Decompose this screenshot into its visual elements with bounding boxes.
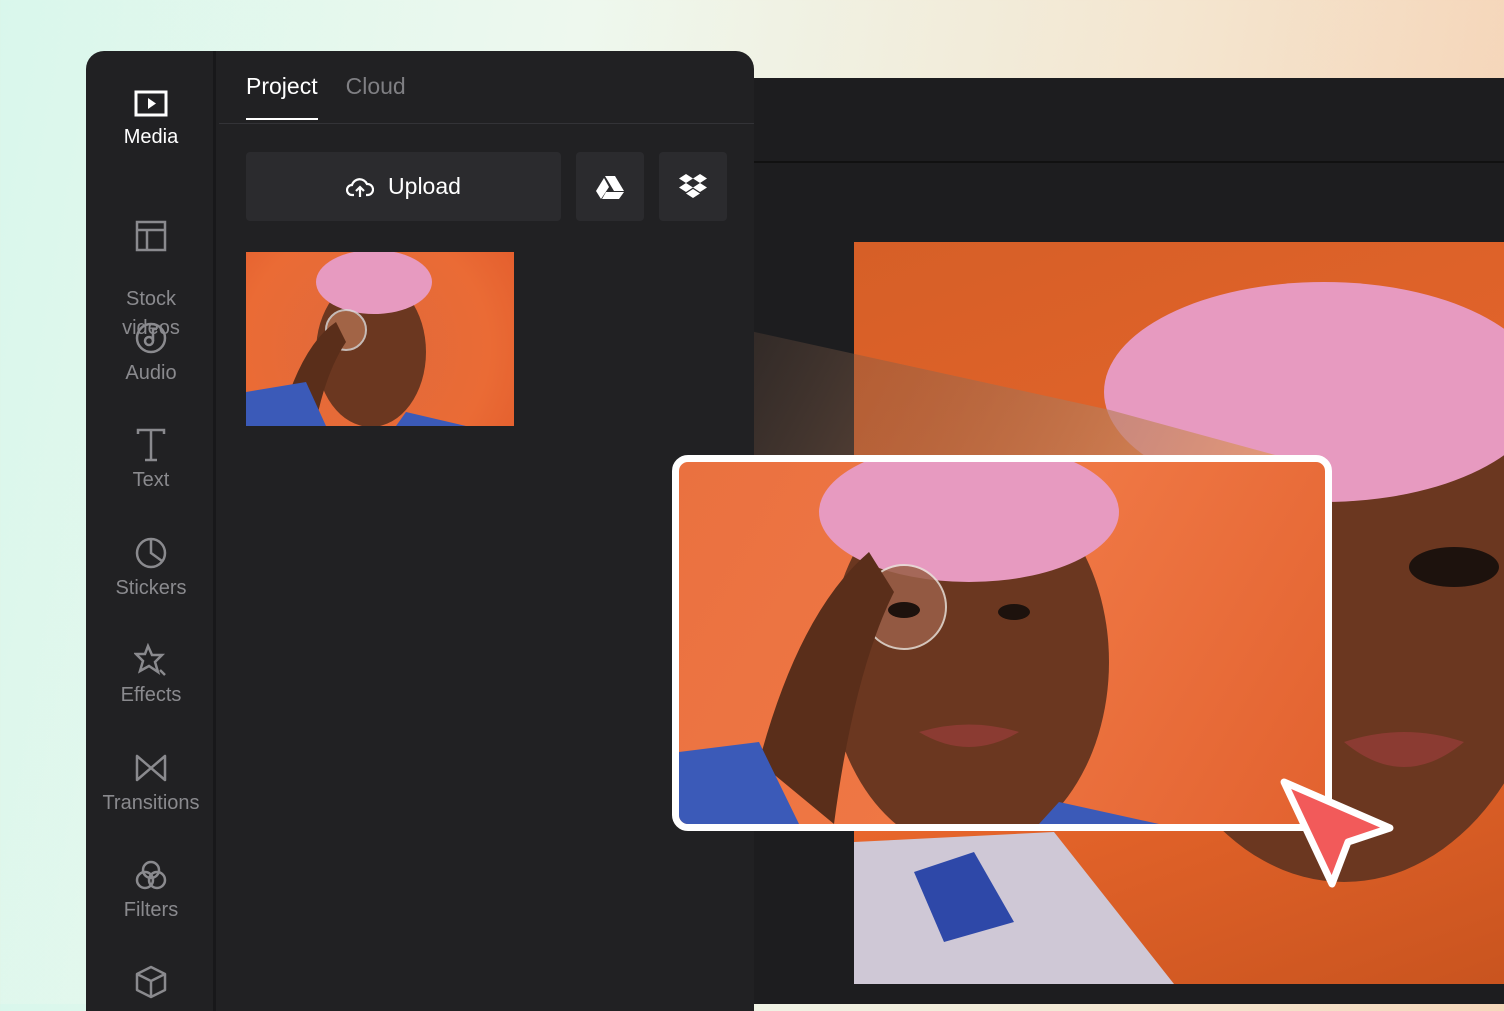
- sidebar: Media Stock videos Audio Text Stickers E…: [86, 51, 216, 1011]
- preview-divider: [754, 161, 1504, 163]
- google-drive-button[interactable]: [576, 152, 644, 221]
- sidebar-item-label: Media: [123, 126, 179, 148]
- media-play-icon: [134, 90, 168, 117]
- sidebar-item-label: Text: [132, 469, 170, 491]
- upload-button[interactable]: Upload: [246, 152, 561, 221]
- sidebar-item-label: Stickers: [115, 577, 187, 599]
- text-t-icon: [136, 428, 166, 462]
- cursor-arrow-icon: [1280, 778, 1394, 888]
- google-drive-icon: [596, 175, 624, 199]
- cube-icon: [135, 965, 167, 999]
- dropbox-button[interactable]: [659, 152, 727, 221]
- source-tabs: Project Cloud: [246, 73, 406, 120]
- sidebar-item-label: Filters: [123, 899, 179, 921]
- sidebar-item-text[interactable]: Text: [86, 428, 216, 495]
- transitions-bowtie-icon: [135, 754, 167, 782]
- tab-cloud[interactable]: Cloud: [346, 73, 406, 120]
- cloud-upload-icon: [346, 177, 375, 197]
- zoomed-preview-callout: [672, 455, 1332, 831]
- dropbox-icon: [679, 173, 707, 198]
- sidebar-item-label: Effects: [120, 684, 182, 706]
- sticker-icon: [135, 537, 167, 569]
- sidebar-item-audio[interactable]: Audio: [86, 321, 216, 388]
- sidebar-item-media[interactable]: Media: [86, 89, 216, 152]
- tabs-divider: [219, 123, 754, 124]
- effects-star-icon: [134, 643, 166, 676]
- sidebar-item-stickers[interactable]: Stickers: [86, 536, 216, 603]
- media-panel: Media Stock videos Audio Text Stickers E…: [86, 51, 754, 1011]
- sidebar-item-more[interactable]: [86, 965, 216, 1003]
- filters-circles-icon: [135, 860, 167, 890]
- media-thumbnail[interactable]: [246, 252, 514, 426]
- sidebar-item-label: Transitions: [102, 792, 200, 814]
- sidebar-item-effects[interactable]: Effects: [86, 643, 216, 710]
- sidebar-item-filters[interactable]: Filters: [86, 858, 216, 925]
- stock-layout-icon: [135, 220, 167, 252]
- sidebar-item-transitions[interactable]: Transitions: [86, 751, 216, 818]
- sidebar-item-label: Audio: [125, 362, 177, 384]
- upload-label: Upload: [388, 173, 461, 199]
- audio-note-icon: [135, 322, 167, 354]
- tab-project[interactable]: Project: [246, 73, 318, 120]
